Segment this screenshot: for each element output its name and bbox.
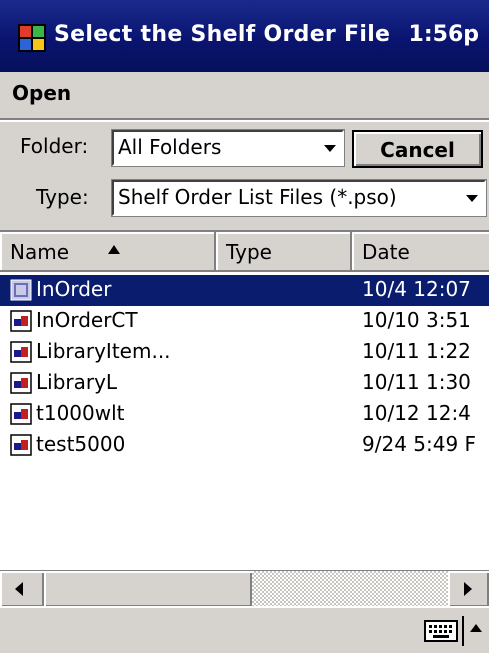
arrow-right-icon [464,582,472,596]
list-item[interactable]: LibraryL 10/11 1:30 [0,368,489,399]
file-icon [10,372,32,394]
filter-panel: Folder: All Folders Cancel Type: Shelf O… [0,120,489,230]
file-name: LibraryL [36,370,118,394]
file-date: 10/11 1:22 [362,339,471,363]
folder-dropdown[interactable]: All Folders [111,129,345,167]
column-header-type[interactable]: Type [216,232,352,272]
title-bar: Select the Shelf Order File 1:56p [0,0,489,72]
file-name: test5000 [36,432,126,456]
arrow-left-icon [15,582,23,596]
file-date: 10/11 1:30 [362,370,471,394]
chevron-down-icon [324,145,336,152]
windows-flag-icon [18,24,46,52]
folder-icon [10,279,32,301]
file-date: 10/12 12:4 [362,401,471,425]
list-item[interactable]: test5000 9/24 5:49 F [0,430,489,461]
clock[interactable]: 1:56p [409,22,479,47]
caret-up-icon[interactable] [470,624,482,632]
file-icon [10,310,32,332]
file-name: t1000wlt [36,401,125,425]
window-title: Select the Shelf Order File [54,22,391,47]
file-icon [10,434,32,456]
divider [462,616,464,646]
cancel-button[interactable]: Cancel [352,130,483,168]
file-icon [10,341,32,363]
type-dropdown[interactable]: Shelf Order List Files (*.pso) [111,179,487,217]
sort-ascending-icon [108,245,120,254]
scroll-left-button[interactable] [0,571,44,607]
open-menu[interactable]: Open [12,81,71,105]
file-name: InOrderCT [36,308,138,332]
scroll-thumb[interactable] [44,571,252,607]
menu-bar: Open [0,72,489,120]
command-bar [0,606,489,653]
list-item[interactable]: InOrder 10/4 12:07 [0,275,489,306]
column-header-date[interactable]: Date [352,232,489,272]
file-list: Name Type Date InOrder 10/4 12:07 InOrde… [0,230,489,570]
list-item[interactable]: t1000wlt 10/12 12:4 [0,399,489,430]
cancel-button-label: Cancel [380,138,455,162]
horizontal-scrollbar[interactable] [0,570,489,607]
list-item[interactable]: InOrderCT 10/10 3:51 [0,306,489,337]
folder-value: All Folders [118,135,222,159]
file-name: InOrder [36,277,112,301]
keyboard-icon[interactable] [424,620,458,642]
type-value: Shelf Order List Files (*.pso) [118,185,397,209]
file-date: 10/4 12:07 [362,277,471,301]
type-label: Type: [36,185,89,209]
column-header-name[interactable]: Name [0,232,216,272]
list-item[interactable]: LibraryItem... 10/11 1:22 [0,337,489,368]
file-icon [10,403,32,425]
column-header-name-label: Name [10,240,70,264]
list-header: Name Type Date [0,232,489,272]
file-date: 10/10 3:51 [362,308,471,332]
column-header-type-label: Type [226,240,272,264]
chevron-down-icon [466,195,478,202]
file-name: LibraryItem... [36,339,171,363]
column-header-date-label: Date [362,240,410,264]
folder-label: Folder: [20,134,89,158]
file-date: 9/24 5:49 F [362,432,477,456]
scroll-right-button[interactable] [448,571,489,607]
